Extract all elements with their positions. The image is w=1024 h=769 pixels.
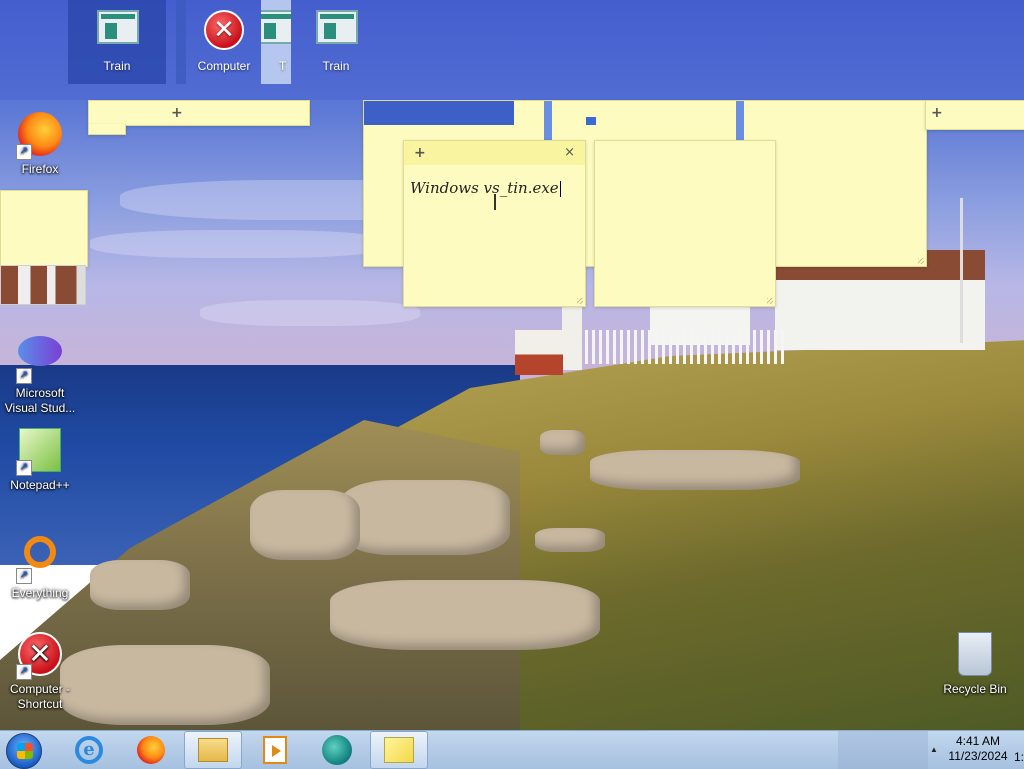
wallpaper-rock bbox=[330, 580, 600, 650]
desktop-icon-notepad-plus-plus[interactable]: ↗ Notepad++ bbox=[0, 426, 80, 493]
taskbar: e ▲ 4:41 AM 11/23/2024 1: bbox=[0, 730, 1024, 769]
shortcut-arrow-icon: ↗ bbox=[16, 460, 32, 476]
folder-icon bbox=[198, 738, 228, 762]
wallpaper-rock bbox=[90, 560, 190, 610]
desktop-icon-computer-shortcut[interactable]: ✕ ↗ Computer - Shortcut bbox=[0, 632, 80, 712]
new-note-button[interactable]: + bbox=[171, 105, 183, 121]
media-player-icon bbox=[263, 736, 287, 764]
peek-thumbnail-train-1[interactable]: Train bbox=[68, 0, 166, 84]
taskbar-button-edge[interactable] bbox=[308, 731, 366, 769]
wallpaper-rock bbox=[590, 450, 800, 490]
peek-thumbnail-label: Train bbox=[322, 59, 350, 73]
window-app-icon bbox=[261, 10, 291, 50]
peek-separator bbox=[176, 0, 186, 84]
show-hidden-icons-button[interactable]: ▲ bbox=[930, 745, 938, 754]
wallpaper-rock bbox=[340, 480, 510, 555]
clock[interactable]: 4:41 AM 11/23/2024 bbox=[938, 734, 1018, 764]
taskbar-button-file-explorer[interactable] bbox=[184, 731, 242, 769]
note-divider bbox=[544, 101, 552, 141]
sticky-note-blank[interactable] bbox=[594, 140, 776, 307]
peek-thumbnail-t[interactable]: T bbox=[261, 0, 291, 84]
wallpaper-rock bbox=[540, 430, 585, 455]
window-app-icon bbox=[97, 10, 139, 50]
window-fragment bbox=[0, 265, 86, 305]
peek-thumbnail-label: T bbox=[279, 59, 287, 73]
everything-search-icon: ↗ bbox=[16, 536, 64, 584]
shortcut-arrow-icon: ↗ bbox=[16, 368, 32, 384]
desktop-icon-visual-studio[interactable]: ↗ Microsoft Visual Stud... bbox=[0, 328, 80, 416]
note-text-area[interactable]: Windows vs_tin.exe bbox=[410, 179, 561, 197]
window-app-icon bbox=[316, 10, 358, 50]
recycle-bin-icon bbox=[951, 632, 999, 680]
peek-thumbnail-train-2[interactable]: Train bbox=[300, 0, 372, 84]
clock-time: 4:41 AM bbox=[955, 734, 1001, 748]
new-note-button[interactable]: + bbox=[414, 145, 426, 161]
taskbar-button-sticky-notes[interactable] bbox=[370, 731, 428, 769]
peek-thumbnail-computer[interactable]: ✕ Computer bbox=[190, 0, 258, 84]
desktop-icon-firefox[interactable]: ↗ Firefox bbox=[0, 112, 80, 177]
peek-thumbnail-label: Computer bbox=[197, 59, 251, 73]
wallpaper-rock bbox=[60, 645, 270, 725]
shortcut-arrow-icon: ↗ bbox=[16, 144, 32, 160]
wallpaper-rock bbox=[250, 490, 360, 560]
desktop-icon-recycle-bin[interactable]: Recycle Bin bbox=[935, 632, 1015, 697]
desktop-icon-label: Computer - Shortcut bbox=[9, 682, 71, 711]
wallpaper-shed bbox=[515, 330, 563, 375]
edge-icon bbox=[322, 735, 352, 765]
note-overlap bbox=[364, 101, 514, 125]
start-button[interactable] bbox=[6, 733, 42, 769]
note-divider bbox=[736, 101, 744, 141]
note-text: Windows vs_tin.exe bbox=[410, 179, 559, 197]
resize-grip[interactable] bbox=[767, 298, 773, 304]
sticky-note-fragment[interactable] bbox=[0, 190, 88, 267]
internet-explorer-icon: e bbox=[75, 736, 103, 764]
wallpaper-rock bbox=[535, 528, 605, 552]
wallpaper-cloud bbox=[200, 300, 420, 326]
desktop-icon-label: Notepad++ bbox=[10, 478, 70, 492]
shortcut-arrow-icon: ↗ bbox=[16, 664, 32, 680]
desktop-icon-label: Recycle Bin bbox=[943, 682, 1007, 696]
sticky-notes-icon bbox=[384, 737, 414, 763]
sticky-note-active[interactable]: + × Windows vs_tin.exe bbox=[403, 140, 586, 307]
shortcut-arrow-icon: ↗ bbox=[16, 568, 32, 584]
resize-grip[interactable] bbox=[577, 298, 583, 304]
taskbar-button-media-player[interactable] bbox=[246, 731, 304, 769]
taskbar-button-firefox[interactable] bbox=[122, 731, 180, 769]
ibeam-cursor bbox=[494, 194, 496, 210]
notification-area bbox=[838, 731, 928, 769]
wallpaper-flagpole bbox=[960, 198, 963, 343]
clock-date: 11/23/2024 bbox=[948, 749, 1008, 763]
wallpaper-fence bbox=[585, 330, 785, 364]
note-marker bbox=[586, 117, 596, 125]
wallpaper-tower bbox=[562, 300, 582, 370]
visual-studio-icon: ↗ bbox=[16, 336, 64, 384]
peek-thumbnail-label: Train bbox=[103, 59, 131, 73]
resize-grip[interactable] bbox=[918, 258, 924, 264]
desktop-icon-everything[interactable]: ↗ Everything bbox=[0, 530, 80, 601]
notepad-plus-plus-icon: ↗ bbox=[16, 428, 64, 476]
error-icon: ✕ ↗ bbox=[16, 632, 64, 680]
sticky-note-fragment bbox=[88, 124, 126, 135]
desktop-icon-label: Everything bbox=[11, 586, 69, 600]
note-title-bar[interactable] bbox=[404, 141, 585, 165]
truncated-text: 1: bbox=[1014, 750, 1024, 764]
new-note-button[interactable]: + bbox=[931, 105, 943, 121]
error-icon: ✕ bbox=[204, 10, 244, 50]
taskbar-button-internet-explorer[interactable]: e bbox=[60, 731, 118, 769]
sticky-note[interactable]: + bbox=[88, 100, 310, 126]
desktop-icon-label: Microsoft Visual Stud... bbox=[4, 386, 76, 415]
delete-note-button[interactable]: × bbox=[564, 145, 575, 160]
wallpaper-cloud bbox=[90, 230, 390, 258]
sticky-note-right[interactable]: + bbox=[925, 100, 1024, 130]
firefox-icon bbox=[137, 736, 165, 764]
text-caret bbox=[559, 181, 561, 197]
firefox-icon: ↗ bbox=[16, 112, 64, 160]
desktop-icon-label: Firefox bbox=[21, 162, 59, 176]
